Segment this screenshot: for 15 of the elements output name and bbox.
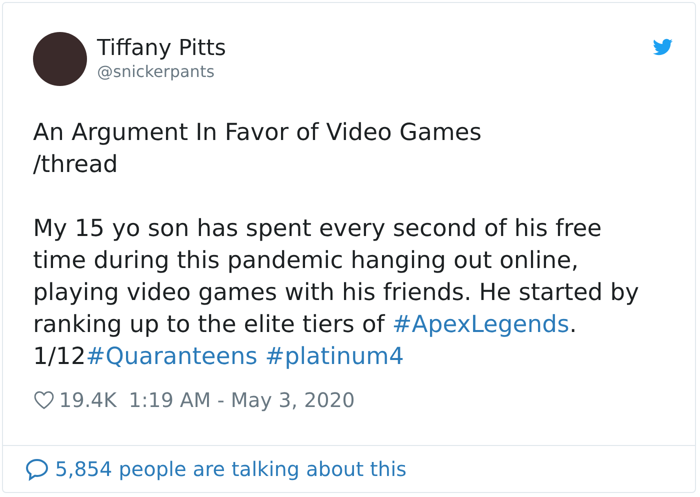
- tweet-text: My 15 yo son has spent every second of his free time during this pandemic hanging out online, playing video games with his friends. He started by ranking up to the elite tiers of #ApexLegends. 1/12#Quaranteens #platinum4: [33, 213, 640, 372]
- hashtag-link[interactable]: #platinum4: [264, 342, 404, 370]
- avatar-circle[interactable]: [33, 32, 87, 86]
- tweet-text-line: An Argument In Favor of Video Games: [33, 117, 483, 148]
- heart-icon[interactable]: [33, 389, 55, 411]
- bird-icon[interactable]: [651, 37, 675, 57]
- like-count[interactable]: 19.4K: [59, 388, 117, 412]
- hashtag-link[interactable]: #Quaranteens: [86, 342, 258, 370]
- tweet-text-line: /thread: [33, 149, 119, 180]
- author-name[interactable]: Tiffany Pitts: [97, 36, 651, 62]
- tweet-timestamp[interactable]: 1:19 AM - May 3, 2020: [128, 388, 355, 412]
- hashtag-link[interactable]: #ApexLegends: [392, 310, 570, 338]
- conversation-link[interactable]: 5,854 people are talking about this: [55, 457, 407, 481]
- author-handle[interactable]: @snickerpants: [97, 62, 651, 82]
- speech-bubble-icon[interactable]: [25, 457, 49, 481]
